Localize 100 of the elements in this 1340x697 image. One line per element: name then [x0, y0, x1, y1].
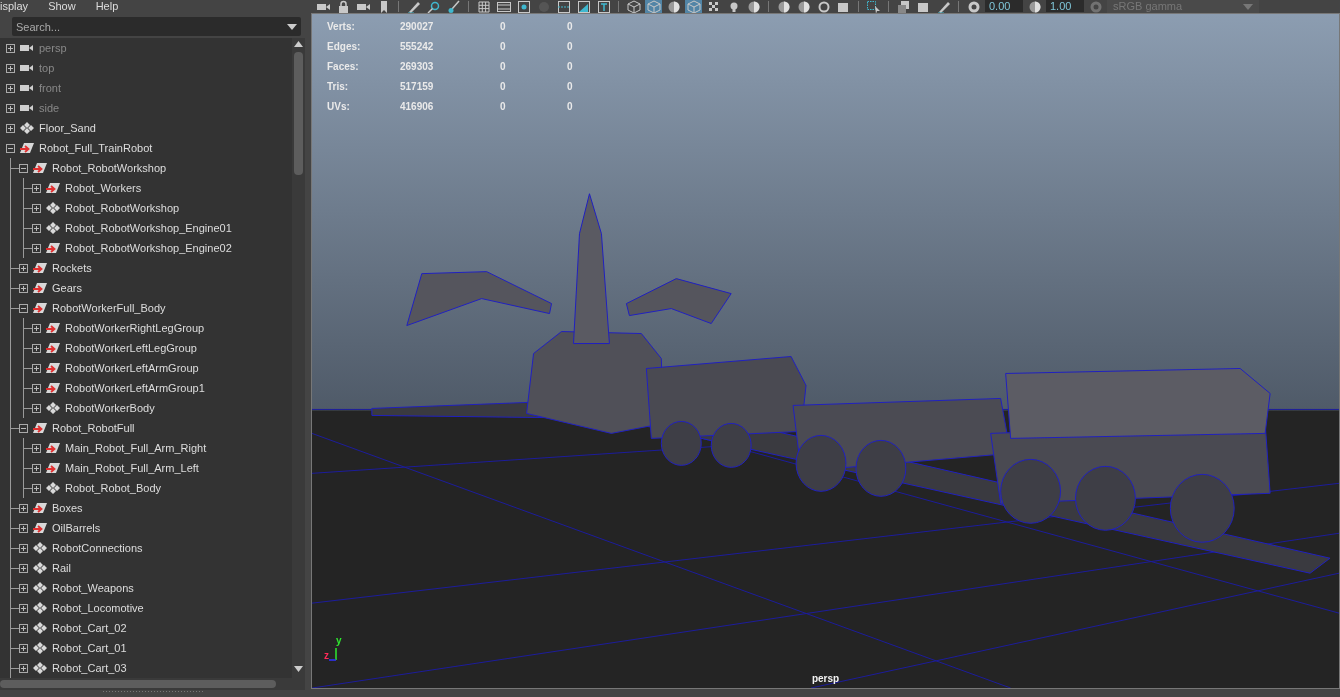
- expand-toggle[interactable]: [19, 643, 28, 653]
- type-icon[interactable]: [595, 0, 612, 13]
- tree-item[interactable]: Rail: [52, 562, 71, 574]
- expand-toggle[interactable]: [6, 103, 15, 113]
- tree-item[interactable]: side: [39, 102, 60, 114]
- scrollbar-thumb[interactable]: [0, 680, 276, 688]
- tree-item[interactable]: Robot_Cart_01: [52, 642, 127, 654]
- mesh-icon: [45, 222, 61, 234]
- stat-value: 555242: [400, 40, 435, 54]
- expand-toggle[interactable]: [6, 43, 15, 53]
- search-field[interactable]: Search...: [12, 17, 301, 36]
- expand-toggle[interactable]: [19, 523, 28, 533]
- tree-item[interactable]: Main_Robot_Full_Arm_Right: [65, 442, 207, 454]
- camera-icon: [19, 82, 35, 94]
- expand-toggle[interactable]: [19, 583, 28, 593]
- tree-item[interactable]: Robot_RobotWorkshop_Engine02: [65, 242, 232, 254]
- tree-item[interactable]: Robot_RobotWorkshop_Engine01: [65, 222, 232, 234]
- viewport-panel[interactable]: Verts: 290027 0 0 Edges: 555242 0 0 Faces: 269303 0 0 Tris: 517159 0 0 UVs: 416906 0 0 y z persp: [311, 13, 1340, 689]
- expand-toggle[interactable]: [32, 403, 41, 413]
- expand-toggle[interactable]: [32, 243, 41, 253]
- stat-value: 0: [500, 80, 507, 94]
- tree-item[interactable]: Robot_RobotWorkshop: [52, 162, 167, 174]
- scroll-down-icon[interactable]: [294, 666, 303, 672]
- dropdown-arrow-icon[interactable]: [287, 24, 297, 30]
- expand-toggle[interactable]: [6, 123, 15, 133]
- tree-item[interactable]: Boxes: [52, 502, 83, 514]
- axis-label: y: [336, 635, 342, 646]
- tree-item[interactable]: RobotWorkerRightLegGroup: [65, 322, 205, 334]
- collapse-toggle[interactable]: [19, 163, 28, 173]
- expand-toggle[interactable]: [32, 443, 41, 453]
- tree-item[interactable]: Robot_Full_TrainRobot: [39, 142, 153, 154]
- tree-item[interactable]: Gears: [52, 282, 82, 294]
- stat-value: 0: [567, 100, 573, 114]
- expand-toggle[interactable]: [32, 203, 41, 213]
- tree-item[interactable]: Robot_Robot_Body: [65, 482, 161, 494]
- tree-item[interactable]: Robot_Workers: [65, 182, 142, 194]
- tree-item[interactable]: RobotWorkerBody: [65, 402, 155, 414]
- expand-toggle[interactable]: [32, 463, 41, 473]
- menu-item[interactable]: isplay: [0, 1, 29, 12]
- tree-item[interactable]: OilBarrels: [52, 522, 101, 534]
- mesh-icon: [32, 602, 48, 614]
- collapse-toggle[interactable]: [19, 303, 28, 313]
- expand-toggle[interactable]: [19, 663, 28, 673]
- expand-toggle[interactable]: [19, 283, 28, 293]
- expand-toggle[interactable]: [6, 63, 15, 73]
- expand-toggle[interactable]: [32, 363, 41, 373]
- film-icon[interactable]: [495, 0, 512, 13]
- tree-item[interactable]: RobotConnections: [52, 542, 143, 554]
- value-field[interactable]: 1.00: [1046, 0, 1084, 13]
- grid-icon[interactable]: [475, 0, 492, 13]
- search-icon[interactable]: [425, 0, 442, 13]
- tree-item[interactable]: Robot_RobotFull: [52, 422, 135, 434]
- tree-item[interactable]: RobotWorkerLeftArmGroup: [65, 362, 199, 374]
- cube-icon[interactable]: [625, 0, 642, 13]
- expand-toggle[interactable]: [32, 183, 41, 193]
- pen-icon[interactable]: [935, 0, 952, 13]
- pen-icon[interactable]: [405, 0, 422, 13]
- tree-item[interactable]: Robot_RobotWorkshop: [65, 202, 180, 214]
- resize-handle-icon[interactable]: [102, 690, 203, 693]
- tree-item[interactable]: top: [39, 62, 55, 74]
- expand-toggle[interactable]: [19, 503, 28, 513]
- scrollbar-thumb[interactable]: [294, 52, 303, 175]
- tree-item[interactable]: Robot_Weapons: [52, 582, 134, 594]
- brush-icon[interactable]: [445, 0, 462, 13]
- group-icon: [45, 362, 61, 374]
- tree-item[interactable]: Floor_Sand: [39, 122, 96, 134]
- tree-item[interactable]: Robot_Cart_02: [52, 622, 127, 634]
- scroll-up-icon[interactable]: [294, 41, 303, 47]
- expand-toggle[interactable]: [6, 83, 15, 93]
- expand-toggle[interactable]: [32, 323, 41, 333]
- copy-icon[interactable]: [895, 0, 912, 13]
- collapse-toggle[interactable]: [6, 143, 15, 153]
- select-icon[interactable]: [865, 0, 882, 13]
- tree-item[interactable]: Main_Robot_Full_Arm_Left: [65, 462, 199, 474]
- stat-value: 0: [567, 20, 573, 34]
- tree-item[interactable]: RobotWorkerLeftArmGroup1: [65, 382, 205, 394]
- expand-toggle[interactable]: [19, 543, 28, 553]
- tree-item[interactable]: Robot_Locomotive: [52, 602, 144, 614]
- tree-item[interactable]: Rockets: [52, 262, 92, 274]
- expand-toggle[interactable]: [19, 623, 28, 633]
- expand-toggle[interactable]: [19, 563, 28, 573]
- expand-toggle[interactable]: [32, 343, 41, 353]
- tree-item[interactable]: Robot_Cart_03: [52, 662, 127, 674]
- tree-item[interactable]: RobotWorkerLeftLegGroup: [65, 342, 197, 354]
- group-icon: [45, 442, 61, 454]
- horizontal-scrollbar[interactable]: [0, 678, 305, 690]
- expand-toggle[interactable]: [19, 263, 28, 273]
- value-field[interactable]: 0.00: [985, 0, 1023, 13]
- tree-item[interactable]: RobotWorkerFull_Body: [52, 302, 166, 314]
- expand-toggle[interactable]: [32, 223, 41, 233]
- menu-item[interactable]: Show: [48, 1, 76, 12]
- tree-item[interactable]: front: [39, 82, 61, 94]
- expand-toggle[interactable]: [32, 483, 41, 493]
- expand-toggle[interactable]: [19, 603, 28, 613]
- vertical-scrollbar[interactable]: [292, 38, 305, 678]
- menu-item[interactable]: Help: [95, 1, 119, 12]
- align-icon[interactable]: [555, 0, 572, 13]
- expand-toggle[interactable]: [32, 383, 41, 393]
- tree-item[interactable]: persp: [39, 42, 67, 54]
- collapse-toggle[interactable]: [19, 423, 28, 433]
